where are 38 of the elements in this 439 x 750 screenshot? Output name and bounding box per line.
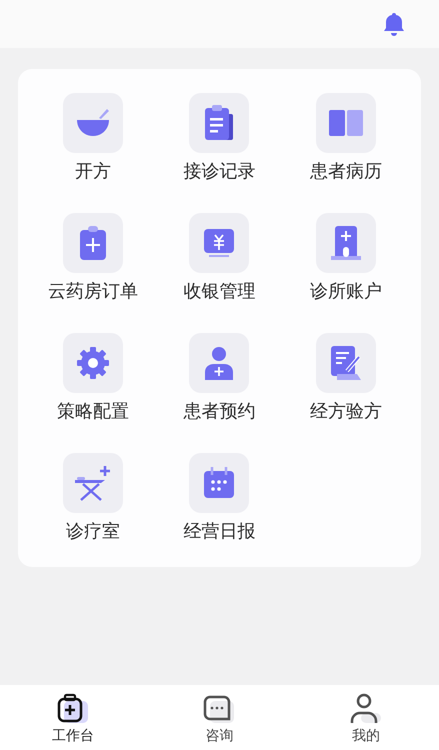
cash-register-icon: [202, 227, 236, 259]
tab-item[interactable]: 工作台: [0, 685, 146, 750]
feature-tile[interactable]: [189, 93, 250, 153]
feature-tile[interactable]: [63, 93, 124, 153]
feature-tile[interactable]: [316, 333, 376, 393]
feature-tile[interactable]: [316, 213, 376, 273]
bell-icon[interactable]: [383, 12, 405, 36]
book-icon: [328, 108, 364, 138]
feature-tile[interactable]: [63, 453, 124, 513]
feature-tile[interactable]: [63, 333, 124, 393]
chat-icon: [202, 693, 236, 725]
tab-item[interactable]: 咨询: [146, 685, 293, 750]
tab-item[interactable]: 我的: [292, 685, 439, 750]
feature-label: 收银管理: [183, 280, 256, 304]
feature-label: 云药房订单: [48, 280, 138, 304]
feature-label: 患者病历: [310, 160, 382, 184]
feature-label: 诊所账户: [310, 280, 382, 304]
building-icon: [330, 225, 362, 261]
feature-label: 患者预约: [183, 400, 256, 424]
feature-tile[interactable]: [189, 213, 250, 273]
person-icon: [348, 693, 383, 725]
feature-tile[interactable]: [189, 333, 250, 393]
clipboard-icon: [203, 104, 236, 142]
person-plus-icon: [203, 345, 236, 381]
feature-label: 诊疗室: [66, 520, 120, 544]
document-pen-icon: [328, 345, 363, 381]
clipboard-plus-icon: [78, 225, 108, 261]
feature-tile[interactable]: [63, 213, 124, 273]
feature-label: 经营日报: [183, 520, 256, 544]
feature-tile[interactable]: [316, 93, 376, 153]
calendar-icon: [202, 466, 236, 500]
feature-tile[interactable]: [189, 453, 250, 513]
feature-label: 开方: [75, 160, 112, 184]
feature-label: 接诊记录: [183, 160, 256, 184]
gear-icon: [76, 346, 110, 380]
feature-label: 策略配置: [57, 400, 130, 424]
medical-kit-icon: [56, 693, 90, 725]
feature-label: 经方验方: [310, 400, 382, 424]
